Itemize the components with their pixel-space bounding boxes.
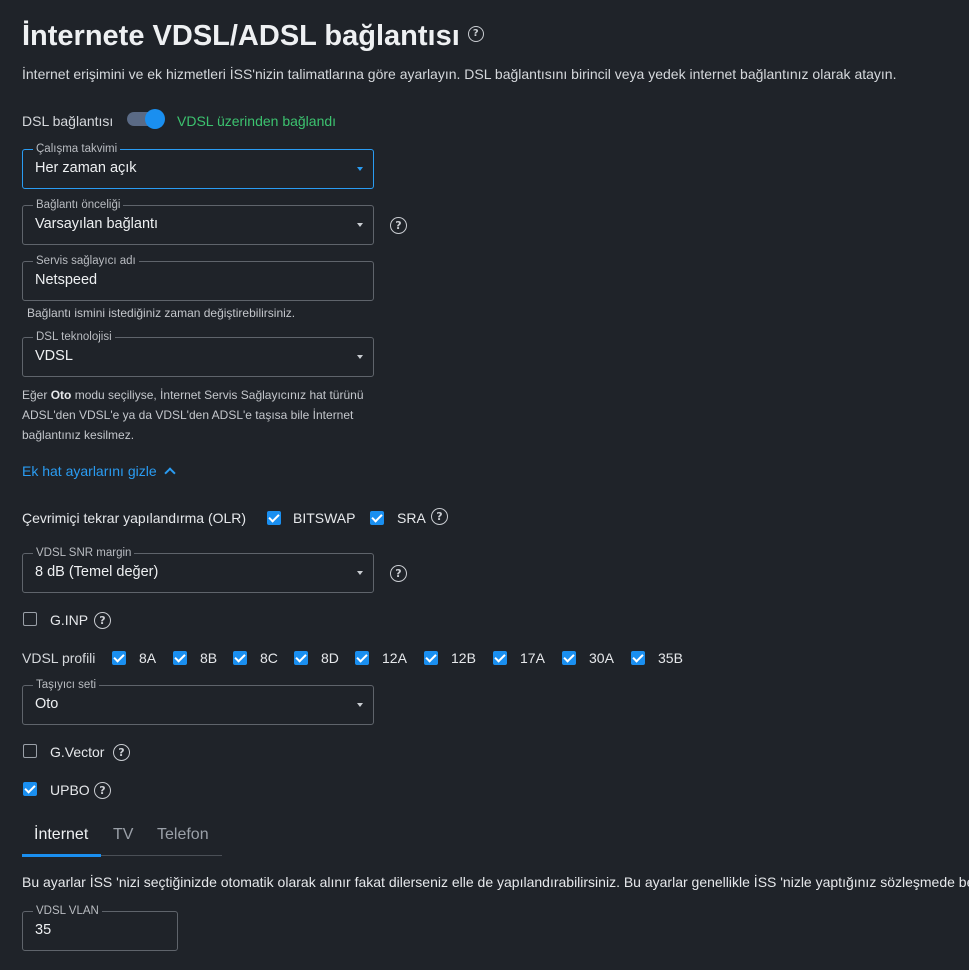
schedule-label: Çalışma takvimi [33, 142, 121, 156]
priority-label: Bağlantı önceliği [33, 198, 124, 212]
vlan-input[interactable]: VDSL VLAN 35 [22, 904, 178, 951]
chevron-down-icon [357, 167, 363, 171]
hide-advanced-link[interactable]: Ek hat ayarlarını gizle [22, 463, 176, 479]
profile-8c-checkbox[interactable] [233, 651, 247, 665]
priority-select[interactable]: Bağlantı önceliği Varsayılan bağlantı [22, 198, 374, 245]
tab-telefon[interactable]: Telefon [157, 826, 209, 844]
chevron-down-icon [357, 355, 363, 359]
sra-checkbox[interactable] [370, 511, 384, 525]
help-icon[interactable]: ? [467, 26, 484, 43]
carrier-value: Oto [35, 696, 59, 712]
chevron-down-icon [357, 703, 363, 707]
schedule-value: Her zaman açık [35, 160, 137, 176]
technology-select[interactable]: DSL teknolojisi VDSL [22, 330, 374, 377]
dsl-connection-label: DSL bağlantısı [22, 113, 114, 129]
profile-35b-checkbox[interactable] [631, 651, 645, 665]
bitswap-label: BITSWAP [293, 510, 356, 526]
upbo-checkbox[interactable] [23, 782, 37, 796]
profile-17a-label: 17A [520, 650, 545, 666]
ginp-label: G.INP [50, 612, 89, 628]
chevron-down-icon [357, 571, 363, 575]
profile-35b-label: 35B [658, 650, 683, 666]
olr-label: Çevrimiçi tekrar yapılandırma (OLR) [22, 510, 247, 526]
profile-12b-checkbox[interactable] [424, 651, 438, 665]
profile-30a-label: 30A [589, 650, 614, 666]
tab-tv[interactable]: TV [113, 826, 133, 844]
profile-8d-label: 8D [321, 650, 339, 666]
tab-note-wrap: Bu ayarlar İSS 'nizi seçtiğinizde otomat… [22, 874, 969, 890]
profile-12a-label: 12A [382, 650, 407, 666]
priority-value: Varsayılan bağlantı [35, 216, 159, 232]
profile-8b-label: 8B [200, 650, 218, 666]
hide-advanced-label: Ek hat ayarlarını gizle [22, 463, 157, 479]
technology-label: DSL teknolojisi [33, 330, 115, 344]
vlan-label: VDSL VLAN [33, 904, 102, 918]
profile-8a-checkbox[interactable] [112, 651, 126, 665]
gvector-label: G.Vector [50, 744, 105, 760]
page-title-text: İnternete VDSL/ADSL bağlantısı [22, 20, 460, 52]
carrier-select[interactable]: Taşıyıcı seti Oto [22, 678, 374, 725]
tab-note: Bu ayarlar İSS 'nizi seçtiğinizde otomat… [22, 874, 969, 890]
provider-hint: Bağlantı ismini istediğiniz zaman değişt… [27, 306, 296, 320]
oto-note-line2: ADSL'den VDSL'e ya da VDSL'den ADSL'e ta… [22, 408, 354, 422]
help-icon[interactable]: ? [113, 744, 130, 761]
bitswap-checkbox[interactable] [267, 511, 281, 525]
oto-note-line3: bağlantınız kesilmez. [22, 428, 135, 442]
oto-note-line1: Eğer Oto modu seçiliyse, İnternet Servis… [22, 388, 364, 402]
provider-label: Servis sağlayıcı adı [33, 254, 139, 268]
profile-12a-checkbox[interactable] [355, 651, 369, 665]
help-icon[interactable]: ? [94, 612, 111, 629]
chevron-up-icon [163, 467, 176, 479]
profile-8d-checkbox[interactable] [294, 651, 308, 665]
toggle-knob [145, 109, 165, 129]
gvector-checkbox[interactable] [23, 744, 37, 758]
sra-label: SRA [397, 510, 426, 526]
tab-active-indicator [22, 854, 101, 857]
profile-8b-checkbox[interactable] [173, 651, 187, 665]
dsl-status: VDSL üzerinden bağlandı [177, 113, 337, 129]
snr-select[interactable]: VDSL SNR margin 8 dB (Temel değer) [22, 546, 374, 593]
profile-17a-checkbox[interactable] [493, 651, 507, 665]
profile-12b-label: 12B [451, 650, 476, 666]
vlan-value: 35 [35, 922, 52, 938]
help-icon[interactable]: ? [390, 217, 407, 234]
snr-value: 8 dB (Temel değer) [35, 564, 159, 580]
help-icon[interactable]: ? [431, 508, 448, 525]
snr-label: VDSL SNR margin [33, 546, 135, 560]
schedule-select[interactable]: Çalışma takvimi Her zaman açık [22, 142, 374, 189]
profile-8a-label: 8A [139, 650, 157, 666]
dsl-toggle[interactable] [127, 109, 165, 129]
profiles-label: VDSL profili [22, 650, 96, 666]
help-icon[interactable]: ? [390, 565, 407, 582]
provider-value: Netspeed [35, 272, 98, 288]
profile-30a-checkbox[interactable] [562, 651, 576, 665]
profile-8c-label: 8C [260, 650, 278, 666]
page-subtitle: İnternet erişimini ve ek hizmetleri İSS'… [22, 66, 897, 82]
chevron-down-icon [357, 223, 363, 227]
carrier-label: Taşıyıcı seti [33, 678, 100, 692]
oto-bold: Oto [50, 388, 72, 402]
upbo-label: UPBO [50, 782, 90, 798]
tab-internet[interactable]: İnternet [34, 826, 88, 844]
oto-note: Eğer Oto modu seçiliyse, İnternet Servis… [22, 385, 382, 445]
technology-value: VDSL [35, 348, 73, 364]
provider-input[interactable]: Servis sağlayıcı adı Netspeed [22, 254, 374, 301]
ginp-checkbox[interactable] [23, 612, 37, 626]
help-icon[interactable]: ? [94, 782, 111, 799]
page-title: İnternete VDSL/ADSL bağlantısı? [22, 20, 484, 53]
